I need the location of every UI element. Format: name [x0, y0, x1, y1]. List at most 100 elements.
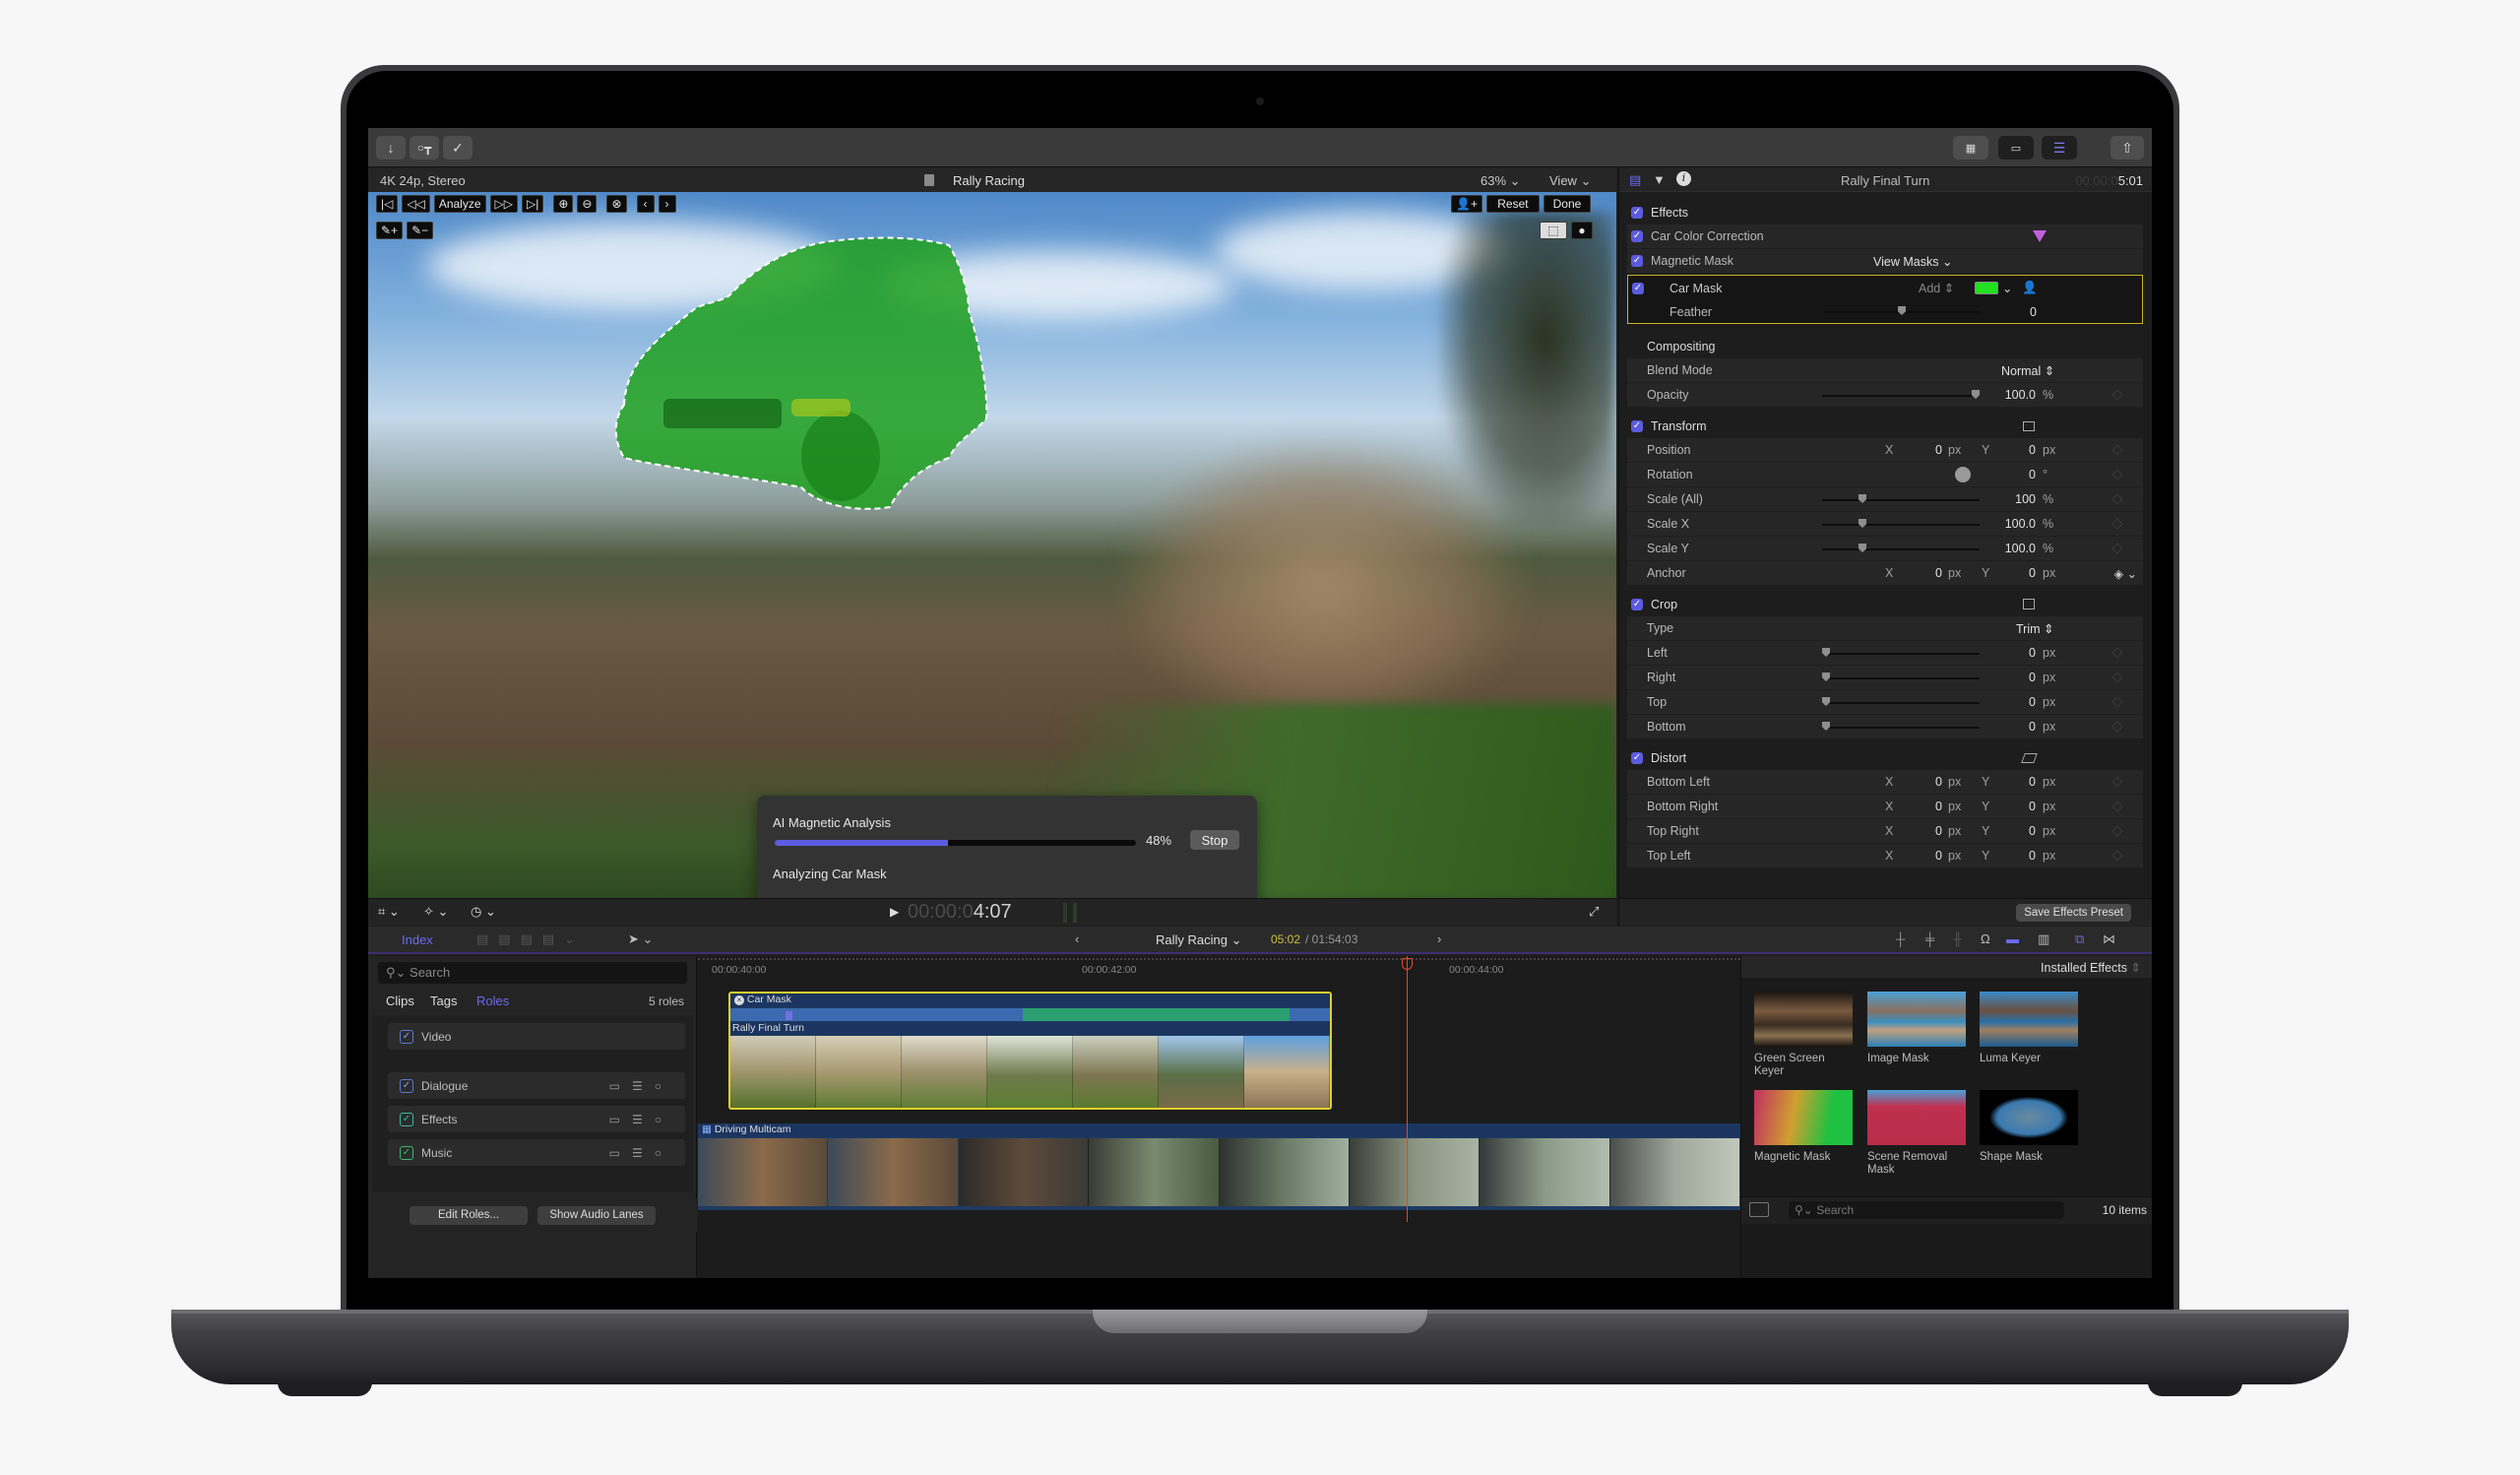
effects-section[interactable]: ✓ Effects: [1627, 200, 2143, 224]
transitions-browser-icon[interactable]: ⋈: [2103, 931, 2115, 947]
skimming-icon[interactable]: ╫: [1953, 931, 1962, 946]
checkbox-icon[interactable]: ✓: [400, 1112, 413, 1126]
checkbox-icon[interactable]: ✓: [1631, 598, 1643, 610]
clip-appearance-icon[interactable]: ┼: [1896, 931, 1905, 946]
keyframe-icon[interactable]: [2111, 647, 2123, 659]
keyframe-icon[interactable]: [2111, 518, 2123, 530]
next-icon[interactable]: ›: [658, 195, 676, 213]
role-lane-icons[interactable]: ▭☰○: [609, 1079, 673, 1093]
keyframe-icon[interactable]: [2111, 825, 2123, 837]
effects-category-dropdown[interactable]: Installed Effects ⇕: [1741, 956, 2152, 978]
index-search[interactable]: ⚲⌄ Search: [378, 962, 687, 984]
add-region-icon[interactable]: ⊕: [553, 195, 574, 213]
selection-overlay-icon[interactable]: ⬚: [1540, 222, 1567, 239]
crop-right-slider[interactable]: [1822, 673, 1980, 681]
selected-clip[interactable]: × Car Mask Rally Final Turn: [728, 992, 1332, 1110]
position-x-value[interactable]: 0: [1913, 443, 1942, 457]
fullscreen-icon[interactable]: ⤢: [1589, 904, 1599, 920]
crop-overlay-icon[interactable]: [2023, 599, 2035, 609]
keyframe-icon[interactable]: [2111, 493, 2123, 505]
previous-icon[interactable]: ‹: [636, 195, 655, 213]
edit-roles-button[interactable]: Edit Roles...: [410, 1206, 528, 1225]
effects-browser-icon[interactable]: ⧉: [2075, 931, 2084, 947]
checkbox-icon[interactable]: ✓: [1631, 419, 1643, 432]
distort-section[interactable]: ✓ Distort: [1627, 745, 2143, 770]
brush-add-icon[interactable]: ✎+: [376, 222, 404, 239]
crop-top-value[interactable]: 0: [1982, 695, 2036, 709]
play-icon[interactable]: ▶: [890, 905, 899, 919]
stop-button[interactable]: Stop: [1190, 830, 1239, 850]
playhead-handle[interactable]: [1402, 958, 1413, 970]
color-board-icon[interactable]: [2033, 230, 2047, 242]
role-music[interactable]: ✓ Music ▭☰○: [388, 1139, 685, 1166]
tab-roles[interactable]: Roles: [476, 994, 509, 1008]
track-backward-icon[interactable]: ◁◁: [402, 195, 430, 213]
scale-x-value[interactable]: 100.0: [1982, 517, 2036, 531]
browser-toggle-icon[interactable]: ▦: [1953, 136, 1988, 160]
subtract-region-icon[interactable]: ⊖: [577, 195, 598, 213]
slider-knob[interactable]: [1822, 697, 1830, 706]
effects-search[interactable]: ⚲⌄ Search: [1789, 1201, 2064, 1219]
crop-bottom-value[interactable]: 0: [1982, 720, 2036, 734]
role-video[interactable]: ✓ Video: [388, 1023, 685, 1050]
keyframe-icon[interactable]: [2111, 543, 2123, 554]
slider-knob[interactable]: [1972, 390, 1980, 399]
x-value[interactable]: 0: [1913, 800, 1942, 813]
timeline-toggle-icon[interactable]: ▭: [1998, 136, 2034, 160]
analyze-button[interactable]: Analyze: [433, 195, 486, 213]
back-icon[interactable]: ‹: [1075, 931, 1079, 946]
keyframe-icon[interactable]: [2111, 801, 2123, 812]
crop-bottom-slider[interactable]: [1822, 722, 1980, 731]
checkbox-icon[interactable]: ✓: [400, 1078, 413, 1093]
slider-knob[interactable]: [1822, 673, 1830, 681]
role-effects[interactable]: ✓ Effects ▭☰○: [388, 1106, 685, 1132]
sidebar-toggle-icon[interactable]: [1749, 1202, 1769, 1217]
y-value[interactable]: 0: [2006, 849, 2036, 863]
mask-color-swatch[interactable]: [1975, 282, 1998, 294]
close-icon[interactable]: ×: [734, 995, 744, 1005]
show-audio-lanes-button[interactable]: Show Audio Lanes: [537, 1206, 656, 1225]
role-dialogue[interactable]: ✓ Dialogue ▭☰○: [388, 1072, 685, 1099]
position-y-value[interactable]: 0: [2006, 443, 2036, 457]
rotation-dial[interactable]: [1955, 467, 1971, 482]
checkbox-icon[interactable]: ✓: [400, 1145, 413, 1160]
marker-icon[interactable]: [786, 1011, 792, 1020]
background-tasks-icon[interactable]: ✓: [443, 136, 472, 160]
scale-all-slider[interactable]: [1822, 494, 1980, 503]
role-lane-icons[interactable]: ▭☰○: [609, 1113, 673, 1126]
x-value[interactable]: 0: [1913, 824, 1942, 838]
effect-item[interactable]: Magnetic Mask: [1754, 1090, 1853, 1164]
save-effects-preset-button[interactable]: Save Effects Preset: [2016, 904, 2131, 922]
keyframe-icon[interactable]: [2111, 389, 2123, 401]
forward-icon[interactable]: ›: [1437, 931, 1441, 946]
done-button[interactable]: Done: [1543, 195, 1591, 213]
filmstrip-icon[interactable]: ▥: [2038, 931, 2049, 947]
view-masks-dropdown[interactable]: View Masks ⌄: [1873, 254, 1952, 269]
matte-overlay-icon[interactable]: ●: [1571, 222, 1593, 239]
crop-type-dropdown[interactable]: Trim ⇕: [2016, 621, 2053, 636]
role-lane-icons[interactable]: ▭☰○: [609, 1146, 673, 1160]
effect-item[interactable]: Scene Removal Mask: [1867, 1090, 1966, 1177]
slider-knob[interactable]: [1858, 494, 1866, 503]
crop-left-slider[interactable]: [1822, 648, 1980, 657]
checkbox-icon[interactable]: ✓: [1631, 255, 1643, 267]
checkbox-icon[interactable]: ✓: [1632, 282, 1644, 294]
video-inspector-icon[interactable]: ▤: [1629, 172, 1641, 188]
add-keyframe-icon[interactable]: ◈ ⌄: [2113, 566, 2137, 581]
crop-section[interactable]: ✓ Crop: [1627, 592, 2143, 616]
chevron-down-icon[interactable]: ⌄: [2002, 281, 2012, 295]
anchor-y-value[interactable]: 0: [2006, 566, 2036, 580]
tab-tags[interactable]: Tags: [430, 994, 457, 1008]
snapping-icon[interactable]: ╪: [1925, 931, 1934, 946]
clear-icon[interactable]: ⊗: [606, 195, 627, 213]
crop-right-value[interactable]: 0: [1982, 671, 2036, 684]
checkbox-icon[interactable]: ✓: [400, 1029, 413, 1044]
slider-knob[interactable]: [1822, 722, 1830, 731]
keyframe-icon[interactable]: [2111, 672, 2123, 683]
info-inspector-icon[interactable]: i: [1676, 171, 1691, 186]
car-mask-row[interactable]: ✓ Car Mask Add ⇕ ⌄ 👤: [1628, 276, 2140, 300]
headphones-icon[interactable]: Ω: [1981, 931, 1990, 946]
keyframe-icon[interactable]: [2111, 696, 2123, 708]
index-tab[interactable]: Index: [402, 932, 433, 947]
retime-icon[interactable]: ◷ ⌄: [471, 904, 496, 920]
